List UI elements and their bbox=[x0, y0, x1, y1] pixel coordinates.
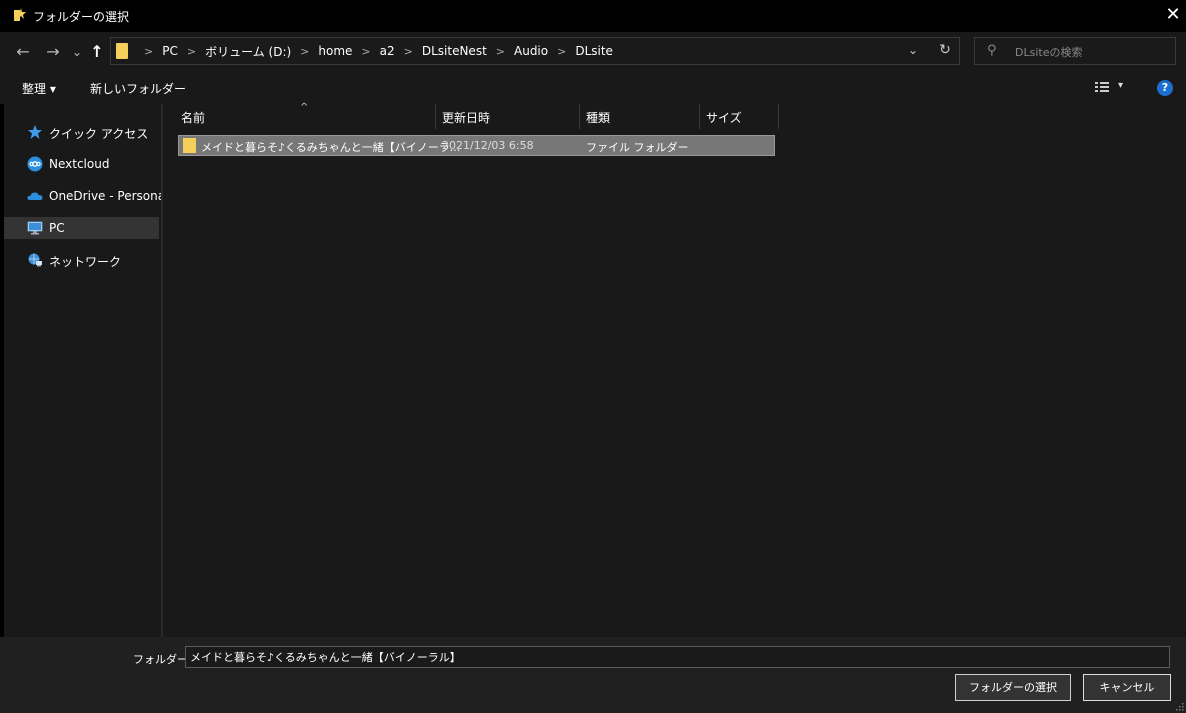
search-icon: ⚲ bbox=[987, 43, 997, 58]
folder-icon bbox=[183, 138, 196, 153]
breadcrumb-separator: > bbox=[144, 44, 154, 58]
new-folder-button[interactable]: 新しいフォルダー bbox=[90, 80, 186, 97]
forward-arrow-icon[interactable]: → bbox=[42, 42, 64, 62]
breadcrumb-separator[interactable]: > bbox=[496, 45, 505, 58]
cloud-icon bbox=[27, 192, 43, 200]
address-dropdown-chevron-icon[interactable]: ⌄ bbox=[905, 43, 921, 59]
dialog-footer: フォルダー: フォルダーの選択 キャンセル bbox=[0, 637, 1186, 713]
breadcrumb: > PC > ボリューム (D:) > home > a2 > DLsiteNe… bbox=[135, 38, 613, 64]
close-icon[interactable]: ✕ bbox=[1162, 4, 1184, 26]
star-icon bbox=[28, 125, 42, 139]
sidebar-item-network[interactable]: ネットワーク bbox=[4, 249, 159, 271]
network-icon bbox=[28, 253, 42, 267]
breadcrumb-home[interactable]: home bbox=[318, 44, 352, 58]
computer-icon bbox=[27, 221, 43, 235]
folder-select-app-icon bbox=[14, 8, 26, 21]
folder-icon bbox=[116, 43, 128, 59]
breadcrumb-dlsite[interactable]: DLsite bbox=[575, 44, 613, 58]
file-type: ファイル フォルダー bbox=[586, 141, 689, 154]
recent-locations-chevron-icon[interactable]: ⌄ bbox=[66, 42, 88, 62]
column-header-type[interactable]: 種類 bbox=[586, 109, 610, 131]
command-toolbar: 整理 ▾ 新しいフォルダー bbox=[0, 72, 1186, 104]
sort-ascending-icon: ^ bbox=[300, 102, 309, 113]
cancel-button[interactable]: キャンセル bbox=[1083, 674, 1171, 701]
sidebar-item-label: PC bbox=[49, 221, 65, 235]
title-bar: フォルダーの選択 ✕ bbox=[0, 0, 1186, 32]
breadcrumb-separator[interactable]: > bbox=[557, 45, 566, 58]
help-icon[interactable]: ? bbox=[1157, 80, 1173, 96]
sidebar-item-label: OneDrive - Personal bbox=[49, 189, 169, 203]
navigation-bar: ← → ⌄ ↑ > PC > ボリューム (D:) > home > a2 > … bbox=[0, 32, 1186, 72]
sidebar-item-label: ネットワーク bbox=[49, 255, 122, 269]
sidebar-item-quick-access[interactable]: クイック アクセス bbox=[4, 121, 159, 143]
window-title: フォルダーの選択 bbox=[33, 10, 130, 24]
column-divider[interactable] bbox=[778, 104, 779, 129]
breadcrumb-separator[interactable]: > bbox=[361, 45, 370, 58]
folder-name-field[interactable] bbox=[185, 646, 1170, 668]
search-input[interactable] bbox=[1013, 42, 1167, 62]
view-options-icon[interactable] bbox=[1094, 80, 1110, 94]
breadcrumb-separator[interactable]: > bbox=[187, 45, 196, 58]
refresh-icon[interactable]: ↻ bbox=[937, 42, 953, 58]
column-divider[interactable] bbox=[699, 104, 700, 129]
file-modified: 2021/12/03 6:58 bbox=[442, 139, 534, 152]
sidebar-item-label: クイック アクセス bbox=[49, 127, 149, 141]
file-name: メイドと暮らそ♪くるみちゃんと一緒【バイノーラ... bbox=[201, 141, 461, 154]
file-list: ^ 名前 更新日時 種類 サイズ メイドと暮らそ♪くるみちゃんと一緒【バイノーラ… bbox=[163, 102, 1186, 637]
back-arrow-icon[interactable]: ← bbox=[12, 42, 34, 62]
up-arrow-icon[interactable]: ↑ bbox=[86, 42, 108, 62]
breadcrumb-volume[interactable]: ボリューム (D:) bbox=[205, 43, 291, 60]
resize-grip-icon[interactable] bbox=[1176, 703, 1184, 711]
column-header-size[interactable]: サイズ bbox=[706, 109, 742, 131]
breadcrumb-dlsitenest[interactable]: DLsiteNest bbox=[422, 44, 487, 58]
breadcrumb-separator[interactable]: > bbox=[300, 45, 309, 58]
organize-button[interactable]: 整理 ▾ bbox=[22, 80, 56, 97]
address-bar[interactable]: > PC > ボリューム (D:) > home > a2 > DLsiteNe… bbox=[110, 37, 960, 65]
breadcrumb-separator[interactable]: > bbox=[404, 45, 413, 58]
select-folder-button[interactable]: フォルダーの選択 bbox=[955, 674, 1071, 701]
search-box[interactable]: ⚲ bbox=[974, 37, 1176, 65]
sidebar-item-pc[interactable]: PC bbox=[4, 217, 159, 239]
breadcrumb-pc[interactable]: PC bbox=[162, 44, 178, 58]
column-divider[interactable] bbox=[435, 104, 436, 129]
sidebar-item-onedrive[interactable]: OneDrive - Personal bbox=[4, 185, 168, 207]
sidebar-item-label: Nextcloud bbox=[49, 157, 110, 171]
nextcloud-icon bbox=[27, 156, 43, 172]
breadcrumb-audio[interactable]: Audio bbox=[514, 44, 548, 58]
column-divider[interactable] bbox=[579, 104, 580, 129]
column-header-modified[interactable]: 更新日時 bbox=[442, 109, 490, 131]
navigation-pane: クイック アクセス Nextcloud OneDrive - Personal … bbox=[4, 104, 168, 637]
breadcrumb-a2[interactable]: a2 bbox=[380, 44, 395, 58]
sidebar-item-nextcloud[interactable]: Nextcloud bbox=[4, 153, 159, 175]
view-dropdown-chevron-icon[interactable]: ▾ bbox=[1118, 80, 1123, 91]
folder-field-label: フォルダー: bbox=[133, 653, 192, 666]
column-header-name[interactable]: 名前 bbox=[181, 109, 205, 131]
table-row[interactable]: メイドと暮らそ♪くるみちゃんと一緒【バイノーラ... 2021/12/03 6:… bbox=[178, 135, 775, 156]
